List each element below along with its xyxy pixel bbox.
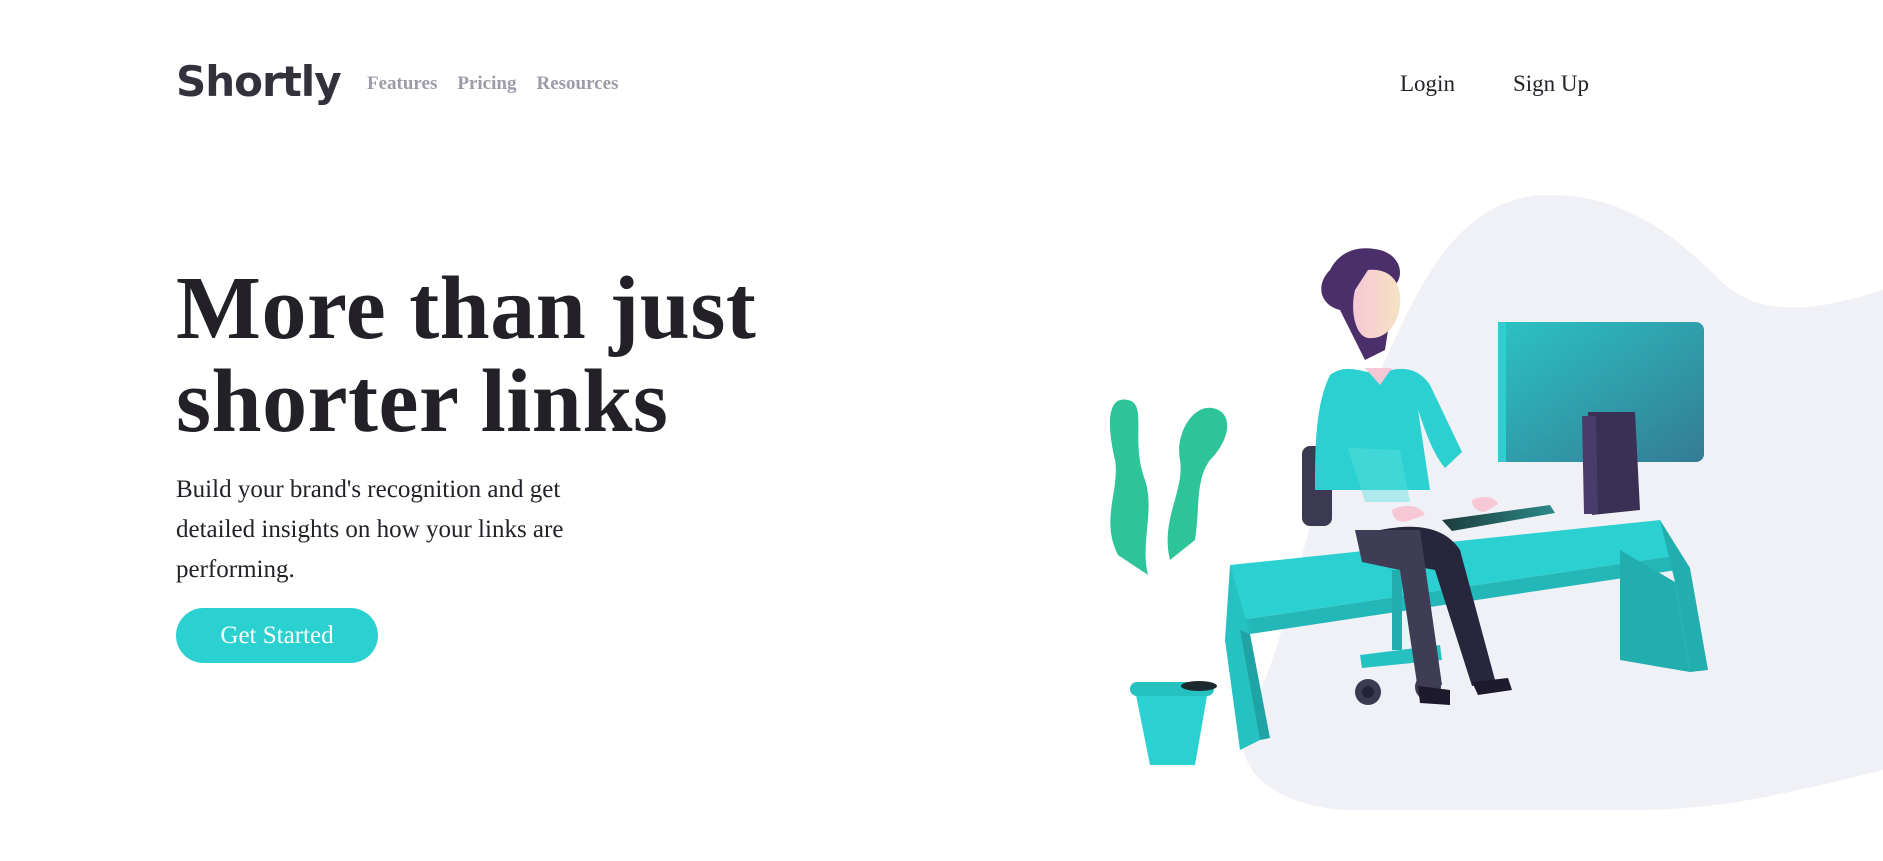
nav-link-resources[interactable]: Resources: [536, 72, 618, 96]
brand-logo[interactable]: Shortly: [176, 58, 342, 106]
top-navigation: Shortly Features Pricing Resources Login…: [176, 56, 1716, 112]
plant: [1109, 399, 1228, 765]
hero-title-line-1: More than just: [176, 259, 757, 358]
nav-link-features[interactable]: Features: [367, 72, 437, 96]
hero-title-line-2: shorter links: [176, 352, 669, 451]
hero-subtitle: Build your brand's recognition and get d…: [176, 476, 564, 583]
person-working-at-desk-illustration: [1100, 190, 1883, 810]
nav-link-pricing[interactable]: Pricing: [457, 72, 516, 96]
auth-links: Login Sign Up: [1400, 70, 1589, 98]
get-started-button[interactable]: Get Started: [176, 608, 378, 663]
hero-title: More than just shorter links: [176, 262, 896, 448]
primary-nav-links: Features Pricing Resources: [367, 72, 618, 96]
signup-button[interactable]: Sign Up: [1513, 70, 1589, 98]
login-button[interactable]: Login: [1400, 70, 1455, 98]
